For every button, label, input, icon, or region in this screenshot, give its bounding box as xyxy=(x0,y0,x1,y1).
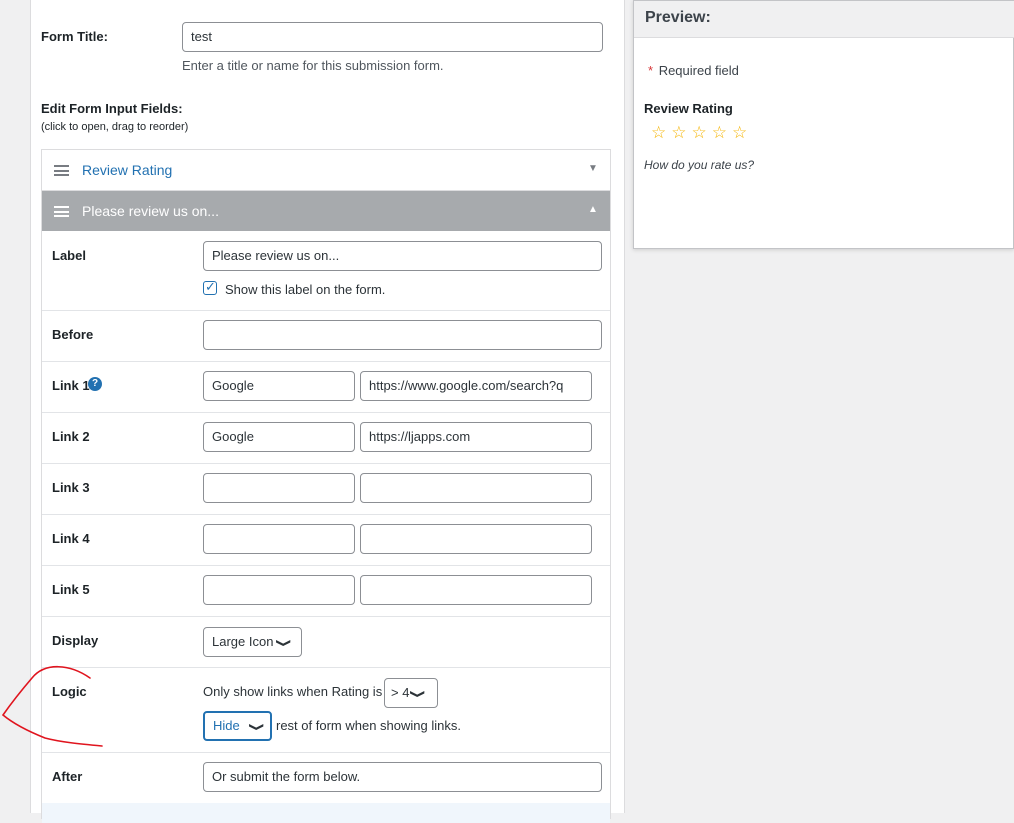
star-icon[interactable]: ☆ xyxy=(651,123,666,142)
required-note: * Required field xyxy=(648,63,739,78)
logic-prefix-text: Only show links when Rating is xyxy=(203,684,383,699)
drag-handle-icon[interactable] xyxy=(54,165,69,176)
link-2-name-input[interactable]: Google xyxy=(203,422,355,452)
star-icon[interactable]: ☆ xyxy=(671,123,686,142)
chevron-down-icon: ❯ xyxy=(410,689,426,699)
required-asterisk: * xyxy=(648,63,654,78)
link-2-label: Link 2 xyxy=(52,429,90,444)
show-label-checkbox[interactable]: ✓ xyxy=(203,279,217,295)
after-row: After Or submit the form below. xyxy=(42,752,610,803)
before-input[interactable] xyxy=(203,320,602,350)
form-title-label: Form Title: xyxy=(41,29,108,44)
link-4-row: Link 4 xyxy=(42,514,610,566)
checkmark-icon: ✓ xyxy=(205,279,216,294)
next-field-strip xyxy=(42,803,610,823)
link-3-label: Link 3 xyxy=(52,480,90,495)
star-icon[interactable]: ☆ xyxy=(692,123,707,142)
link-2-url-input[interactable]: https://ljapps.com xyxy=(360,422,592,452)
expand-arrow-icon[interactable]: ▼ xyxy=(588,163,598,174)
help-icon[interactable]: ? xyxy=(88,377,102,391)
chevron-down-icon: ❯ xyxy=(276,638,292,648)
link-1-row: Link 1 ? Google https://www.google.com/s… xyxy=(42,361,610,413)
display-label: Display xyxy=(52,633,99,648)
preview-question: How do you rate us? xyxy=(644,158,755,172)
show-label-text: Show this label on the form. xyxy=(225,282,386,297)
logic-suffix-text: rest of form when showing links. xyxy=(276,718,461,733)
drag-handle-icon[interactable] xyxy=(54,206,69,217)
before-row: Before xyxy=(42,310,610,362)
star-icon[interactable]: ☆ xyxy=(712,123,727,142)
preview-panel: Preview: * Required field Review Rating … xyxy=(633,0,1014,249)
link-4-name-input[interactable] xyxy=(203,524,355,554)
link-4-url-input[interactable] xyxy=(360,524,592,554)
after-label: After xyxy=(52,769,83,784)
logic-action-select[interactable]: Hide ❯ xyxy=(203,711,272,741)
link-5-row: Link 5 xyxy=(42,565,610,617)
preview-field-label: Review Rating xyxy=(644,101,733,116)
star-icon[interactable]: ☆ xyxy=(732,123,747,142)
fields-list: Review Rating ▼ Please review us on... ▲… xyxy=(41,149,611,823)
field-item-label: Please review us on... xyxy=(82,203,219,219)
preview-header: Preview: xyxy=(634,1,1014,38)
logic-row: Logic Only show links when Rating is > 4… xyxy=(42,667,610,753)
label-row: Label Please review us on... ✓ Show this… xyxy=(42,231,610,311)
display-select[interactable]: Large Icon ❯ xyxy=(203,627,302,657)
link-4-label: Link 4 xyxy=(52,531,90,546)
display-select-value: Large Icon xyxy=(212,634,274,649)
logic-action-value: Hide xyxy=(213,718,240,733)
link-5-label: Link 5 xyxy=(52,582,90,597)
before-label: Before xyxy=(52,327,94,342)
fields-hint: (click to open, drag to reorder) xyxy=(41,121,189,133)
star-rating[interactable]: ☆ ☆ ☆ ☆ ☆ xyxy=(651,123,752,143)
link-2-row: Link 2 Google https://ljapps.com xyxy=(42,412,610,464)
link-1-name-input[interactable]: Google xyxy=(203,371,355,401)
required-text: Required field xyxy=(658,63,739,78)
label-row-label: Label xyxy=(52,248,86,263)
link-3-url-input[interactable] xyxy=(360,473,592,503)
field-item-review-rating[interactable]: Review Rating ▼ xyxy=(42,150,610,191)
collapse-arrow-icon[interactable]: ▲ xyxy=(588,204,598,215)
preview-title: Preview: xyxy=(645,9,711,26)
after-input[interactable]: Or submit the form below. xyxy=(203,762,602,792)
link-3-row: Link 3 xyxy=(42,463,610,515)
link-3-name-input[interactable] xyxy=(203,473,355,503)
form-title-input[interactable]: test xyxy=(182,22,603,52)
link-5-name-input[interactable] xyxy=(203,575,355,605)
form-title-hint: Enter a title or name for this submissio… xyxy=(182,58,444,73)
link-1-label: Link 1 xyxy=(52,378,90,393)
field-item-label: Review Rating xyxy=(82,162,173,178)
link-5-url-input[interactable] xyxy=(360,575,592,605)
logic-rating-select[interactable]: > 4❯ xyxy=(384,678,438,708)
chevron-down-icon: ❯ xyxy=(248,722,265,732)
label-input[interactable]: Please review us on... xyxy=(203,241,602,271)
red-annotation-scribble xyxy=(1,666,103,747)
fields-heading: Edit Form Input Fields: xyxy=(41,101,183,116)
display-row: Display Large Icon ❯ xyxy=(42,616,610,668)
link-1-url-input[interactable]: https://www.google.com/search?q xyxy=(360,371,592,401)
field-item-please-review[interactable]: Please review us on... ▲ xyxy=(42,191,610,231)
